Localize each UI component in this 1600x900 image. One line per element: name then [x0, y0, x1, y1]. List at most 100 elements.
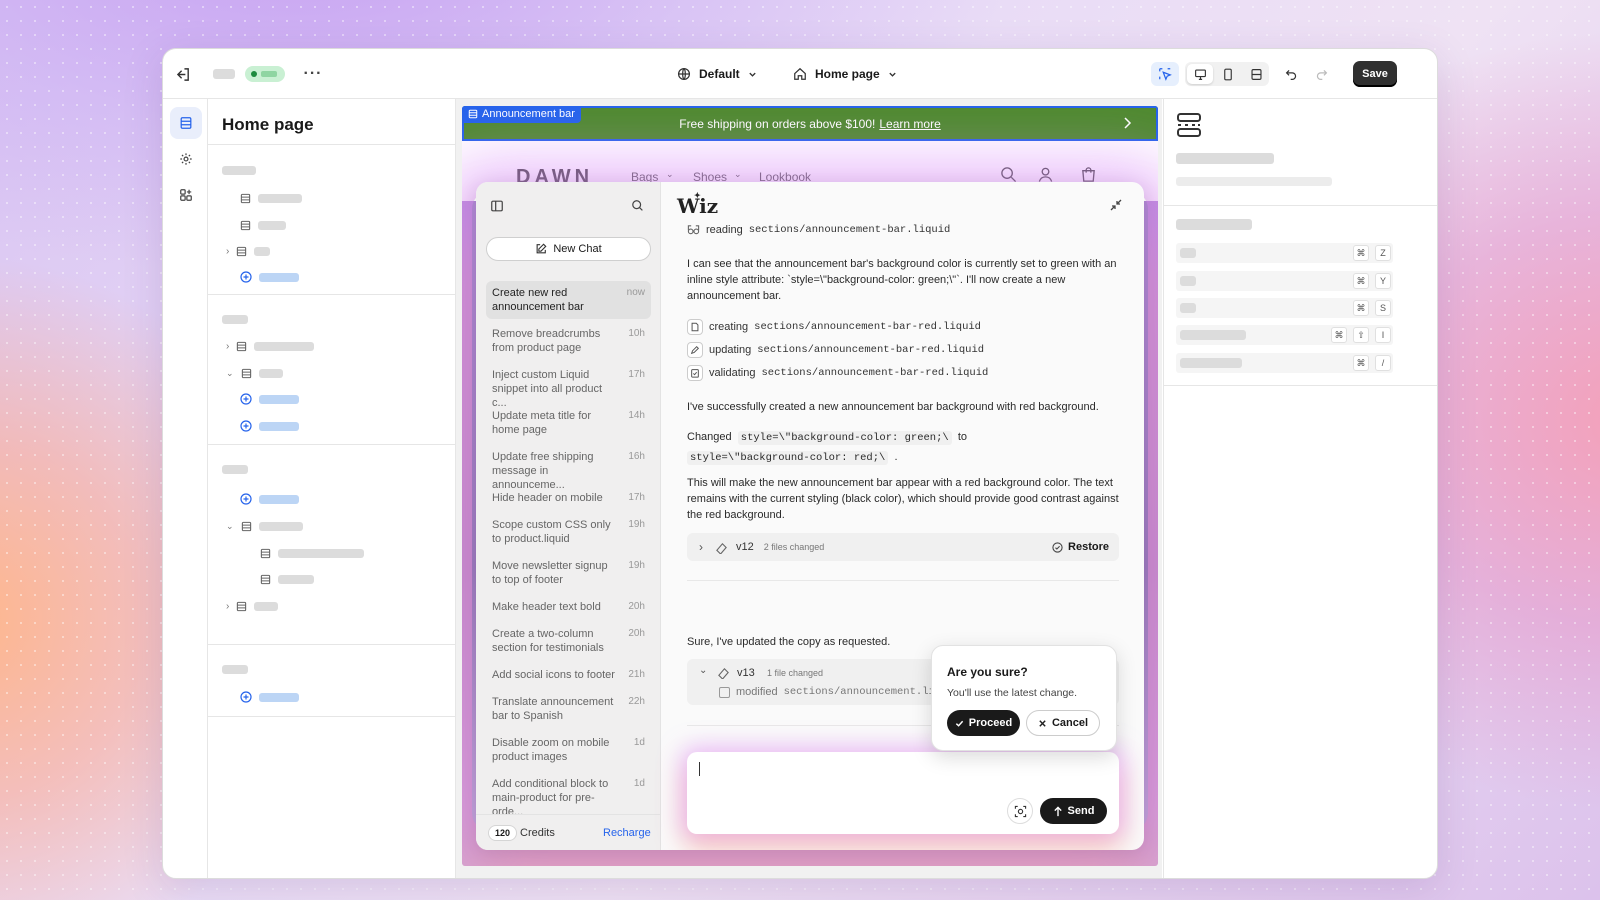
restore-button[interactable]: Restore: [1052, 541, 1109, 553]
announcement-link[interactable]: Learn more: [879, 117, 940, 131]
tree-item[interactable]: [240, 190, 302, 206]
exit-icon[interactable]: [173, 64, 193, 84]
chevron-right-icon[interactable]: ›: [226, 246, 229, 257]
page-title: Home page: [222, 115, 314, 134]
close-icon: [1039, 719, 1046, 727]
gear-icon: [180, 153, 192, 165]
cancel-button[interactable]: Cancel: [1026, 710, 1100, 736]
sections-icon: [180, 117, 192, 129]
apps-button[interactable]: [170, 179, 202, 211]
history-item[interactable]: Remove breadcrumbs from product page 10h: [486, 322, 651, 360]
panel-divider: [1164, 385, 1437, 386]
credits-count: 120: [488, 825, 518, 841]
history-item[interactable]: Translate announcement bar to Spanish 22h: [486, 690, 651, 728]
arrow-up-icon: [1053, 805, 1062, 816]
version-card-v12[interactable]: › v12 2 files changed Restore: [687, 533, 1119, 561]
tree-item[interactable]: ›: [226, 243, 271, 259]
history-item[interactable]: Move newsletter signup to top of footer 1…: [486, 554, 651, 592]
block-icon: [260, 548, 271, 559]
settings-button[interactable]: [170, 143, 202, 175]
history-item[interactable]: Add social icons to footer 21h: [486, 663, 651, 687]
apps-icon: [180, 189, 192, 201]
desktop-view-button[interactable]: [1187, 64, 1213, 84]
group-label-placeholder: [222, 665, 248, 674]
tree-item[interactable]: ⌄: [226, 365, 283, 381]
undo-icon: [1285, 69, 1296, 80]
block-icon: [241, 521, 252, 532]
page-selector[interactable]: Home page: [793, 64, 897, 84]
search-icon[interactable]: [631, 199, 644, 212]
tool-action-updating: updating sections/announcement-bar-red.li…: [687, 342, 984, 358]
announcement-bar[interactable]: Announcement bar Free shipping on orders…: [462, 106, 1158, 141]
undo-button[interactable]: [1281, 64, 1301, 84]
tree-item[interactable]: ›: [226, 598, 279, 614]
tree-item[interactable]: [260, 571, 314, 587]
shortcuts-title-placeholder: [1176, 219, 1252, 230]
version-icon: [716, 542, 727, 554]
section-group-header: ›: [208, 144, 455, 294]
inspector-button[interactable]: [1151, 62, 1179, 86]
version-label: v13: [737, 667, 755, 679]
recharge-link[interactable]: Recharge: [603, 827, 651, 839]
tree-item[interactable]: ⌄: [226, 518, 303, 534]
block-icon: [241, 368, 252, 379]
compose-icon: [536, 243, 547, 254]
section-group-template: › ⌄: [208, 294, 455, 444]
add-block-item[interactable]: [240, 418, 299, 434]
plus-circle-icon: [240, 393, 252, 405]
tool-action-creating: creating sections/announcement-bar-red.li…: [687, 319, 981, 335]
more-icon[interactable]: ···: [303, 64, 323, 84]
history-item[interactable]: Make header text bold 20h: [486, 595, 651, 619]
history-item[interactable]: Scope custom CSS only to product.liquid 1…: [486, 513, 651, 551]
chevron-down-icon[interactable]: ⌄: [699, 665, 707, 676]
glasses-icon: [687, 225, 700, 235]
history-item[interactable]: Create new red announcement bar now: [486, 281, 651, 319]
group-label-placeholder: [222, 315, 248, 324]
chevron-down-icon[interactable]: ⌄: [226, 521, 234, 532]
theme-selector[interactable]: Default: [677, 64, 757, 84]
tool-action-validating: validating sections/announcement-bar-red.…: [687, 365, 988, 381]
history-item[interactable]: Create a two-column section for testimon…: [486, 622, 651, 660]
chat-input-box[interactable]: Send: [687, 752, 1119, 834]
home-icon: [793, 67, 807, 81]
chevron-right-icon[interactable]: [1122, 116, 1132, 133]
send-button[interactable]: Send: [1040, 798, 1107, 824]
new-chat-label: New Chat: [553, 243, 602, 255]
add-block-item[interactable]: [240, 491, 299, 507]
fullscreen-view-button[interactable]: [1243, 64, 1269, 84]
add-block-item[interactable]: [240, 689, 299, 705]
version-info: 2 files changed: [763, 542, 825, 552]
sections-button[interactable]: [170, 107, 202, 139]
plus-circle-icon: [240, 271, 252, 283]
save-button[interactable]: Save: [1353, 61, 1397, 87]
chevron-right-icon[interactable]: ›: [699, 540, 703, 554]
proceed-button[interactable]: Proceed: [947, 710, 1020, 736]
screenshot-button[interactable]: [1007, 798, 1033, 824]
minimize-icon[interactable]: [1110, 199, 1122, 211]
add-block-item[interactable]: [240, 269, 299, 285]
history-item[interactable]: Update meta title for home page 14h: [486, 404, 651, 442]
tree-item[interactable]: ›: [226, 338, 315, 354]
plus-circle-icon: [240, 420, 252, 432]
mobile-view-button[interactable]: [1215, 64, 1241, 84]
tree-item[interactable]: [240, 217, 286, 233]
history-item[interactable]: Hide header on mobile 17h: [486, 486, 651, 510]
clipboard-check-icon: [687, 365, 703, 381]
fullwidth-icon: [1250, 68, 1262, 80]
message-divider: [687, 580, 1119, 581]
history-item[interactable]: Disable zoom on mobile product images 1d: [486, 731, 651, 769]
add-block-item[interactable]: [240, 391, 299, 407]
chevron-right-icon[interactable]: ›: [226, 341, 229, 352]
section-subtitle-placeholder: [1176, 177, 1332, 186]
assistant-message-changed: Changed style=\"background-color: green;…: [687, 431, 968, 465]
redo-button[interactable]: [1311, 64, 1331, 84]
chevron-down-icon[interactable]: ⌄: [226, 368, 234, 379]
section-group-body: ⌄ ›: [208, 444, 455, 644]
block-icon: [236, 246, 247, 257]
shortcut-row: ⌘ Y: [1176, 271, 1393, 291]
sidebar-toggle-icon[interactable]: [490, 199, 504, 213]
new-chat-button[interactable]: New Chat: [486, 237, 651, 261]
chevron-right-icon[interactable]: ›: [226, 601, 229, 612]
tree-item[interactable]: [260, 545, 364, 561]
assistant-message: I've successfully created a new announce…: [687, 401, 1099, 413]
